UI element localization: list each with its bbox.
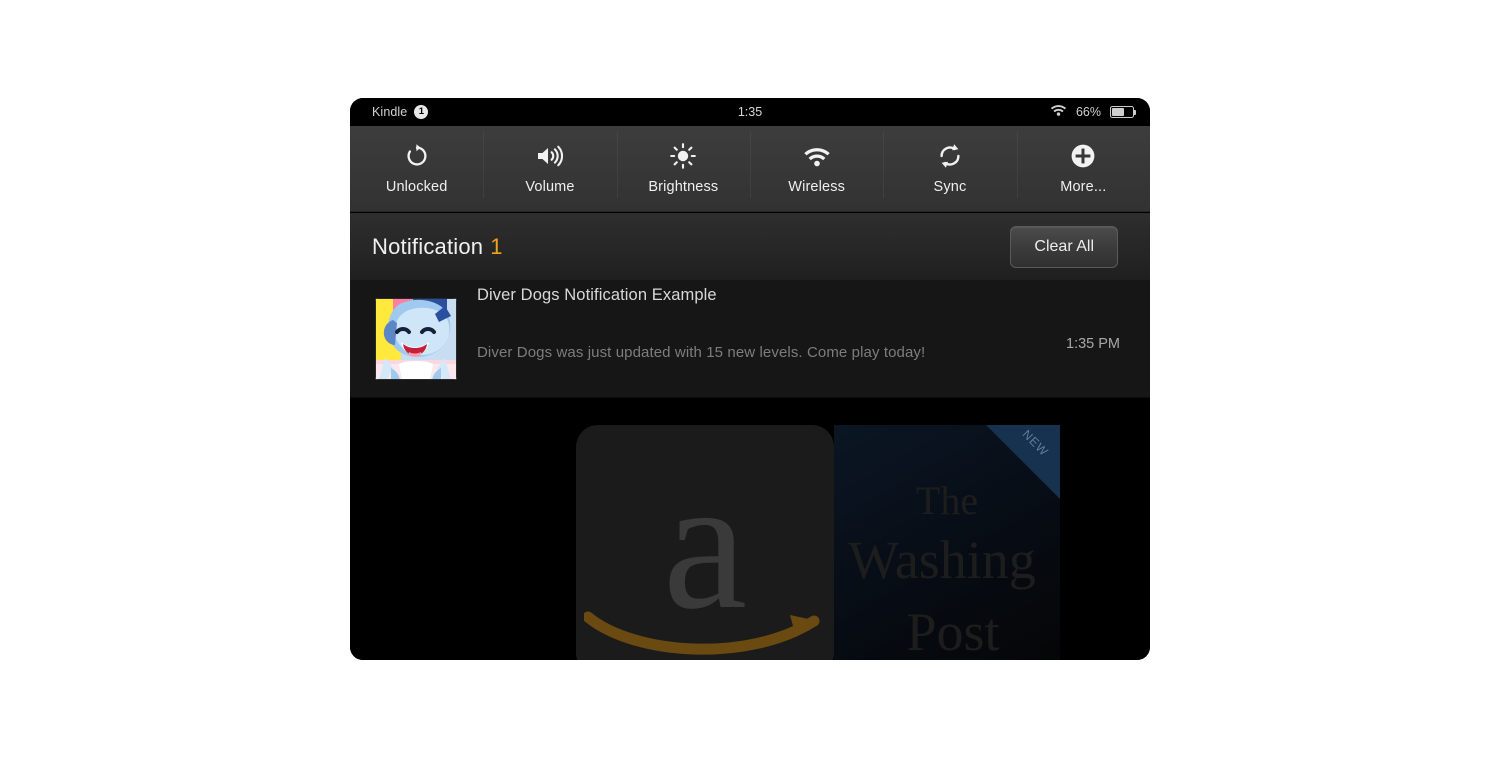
notification-timestamp: 1:35 PM [1066,336,1120,352]
status-bar: Kindle 1 1:35 66% [350,98,1150,126]
status-bar-notification-badge: 1 [414,105,429,119]
toolbar-item-label: Volume [525,179,575,195]
toolbar-item-volume[interactable]: Volume [483,126,616,198]
washington-post-app-icon[interactable]: NEW The Washing Post [834,425,1060,660]
battery-percent-label: 66% [1075,105,1101,119]
toolbar-item-label: More... [1060,179,1107,195]
amazon-smile-icon [584,611,820,655]
screenshot-canvas: Kindle 1 1:35 66% Unlocked Volume Bright… [0,0,1500,760]
kindle-notification-shade-panel: Kindle 1 1:35 66% Unlocked Volume Bright… [350,98,1150,660]
notifications-title: Notification [372,233,484,259]
rotation-unlocked-icon [404,141,430,171]
notifications-header: Notification 1 Clear All [350,213,1150,280]
notification-title: Diver Dogs Notification Example [477,286,717,304]
status-bar-clock: 1:35 [737,105,763,119]
toolbar-item-more[interactable]: More... [1016,126,1150,198]
volume-icon [536,141,564,171]
brightness-sun-icon [670,141,697,171]
toolbar-item-label: Brightness [648,179,719,195]
wapo-line-post: Post [906,602,1000,660]
battery-icon [1110,106,1137,118]
amazon-app-icon[interactable]: a [576,425,834,660]
toolbar-item-label: Wireless [788,179,846,195]
toolbar-item-label: Unlocked [385,179,448,195]
dimmed-home-screen: a NEW The Washing Post [350,399,1150,660]
notification-body: Diver Dogs was just updated with 15 new … [477,344,926,361]
toolbar-item-sync[interactable]: Sync [883,126,1016,198]
toolbar-item-brightness[interactable]: Brightness [616,126,750,198]
notifications-count: 1 [490,233,503,259]
quick-settings-toolbar: Unlocked Volume Brightness Wireless Sync… [350,126,1150,212]
sync-icon [937,141,963,171]
wapo-line-washington: Washing [848,530,1036,590]
clear-all-button[interactable]: Clear All [1010,225,1118,268]
toolbar-item-wireless[interactable]: Wireless [749,126,883,198]
diver-dogs-app-icon [375,298,457,380]
plus-circle-icon [1070,141,1096,171]
toolbar-item-unlocked[interactable]: Unlocked [350,126,483,195]
wifi-icon [1050,103,1067,121]
notification-item[interactable]: Diver Dogs Notification Example Diver Do… [350,280,1150,398]
status-bar-app: Kindle 1 [372,105,429,119]
status-bar-indicators: 66% [1050,103,1137,121]
wifi-icon [803,141,831,171]
wapo-line-the: The [915,478,979,523]
toolbar-item-label: Sync [933,179,967,195]
status-bar-app-name: Kindle [372,105,408,119]
